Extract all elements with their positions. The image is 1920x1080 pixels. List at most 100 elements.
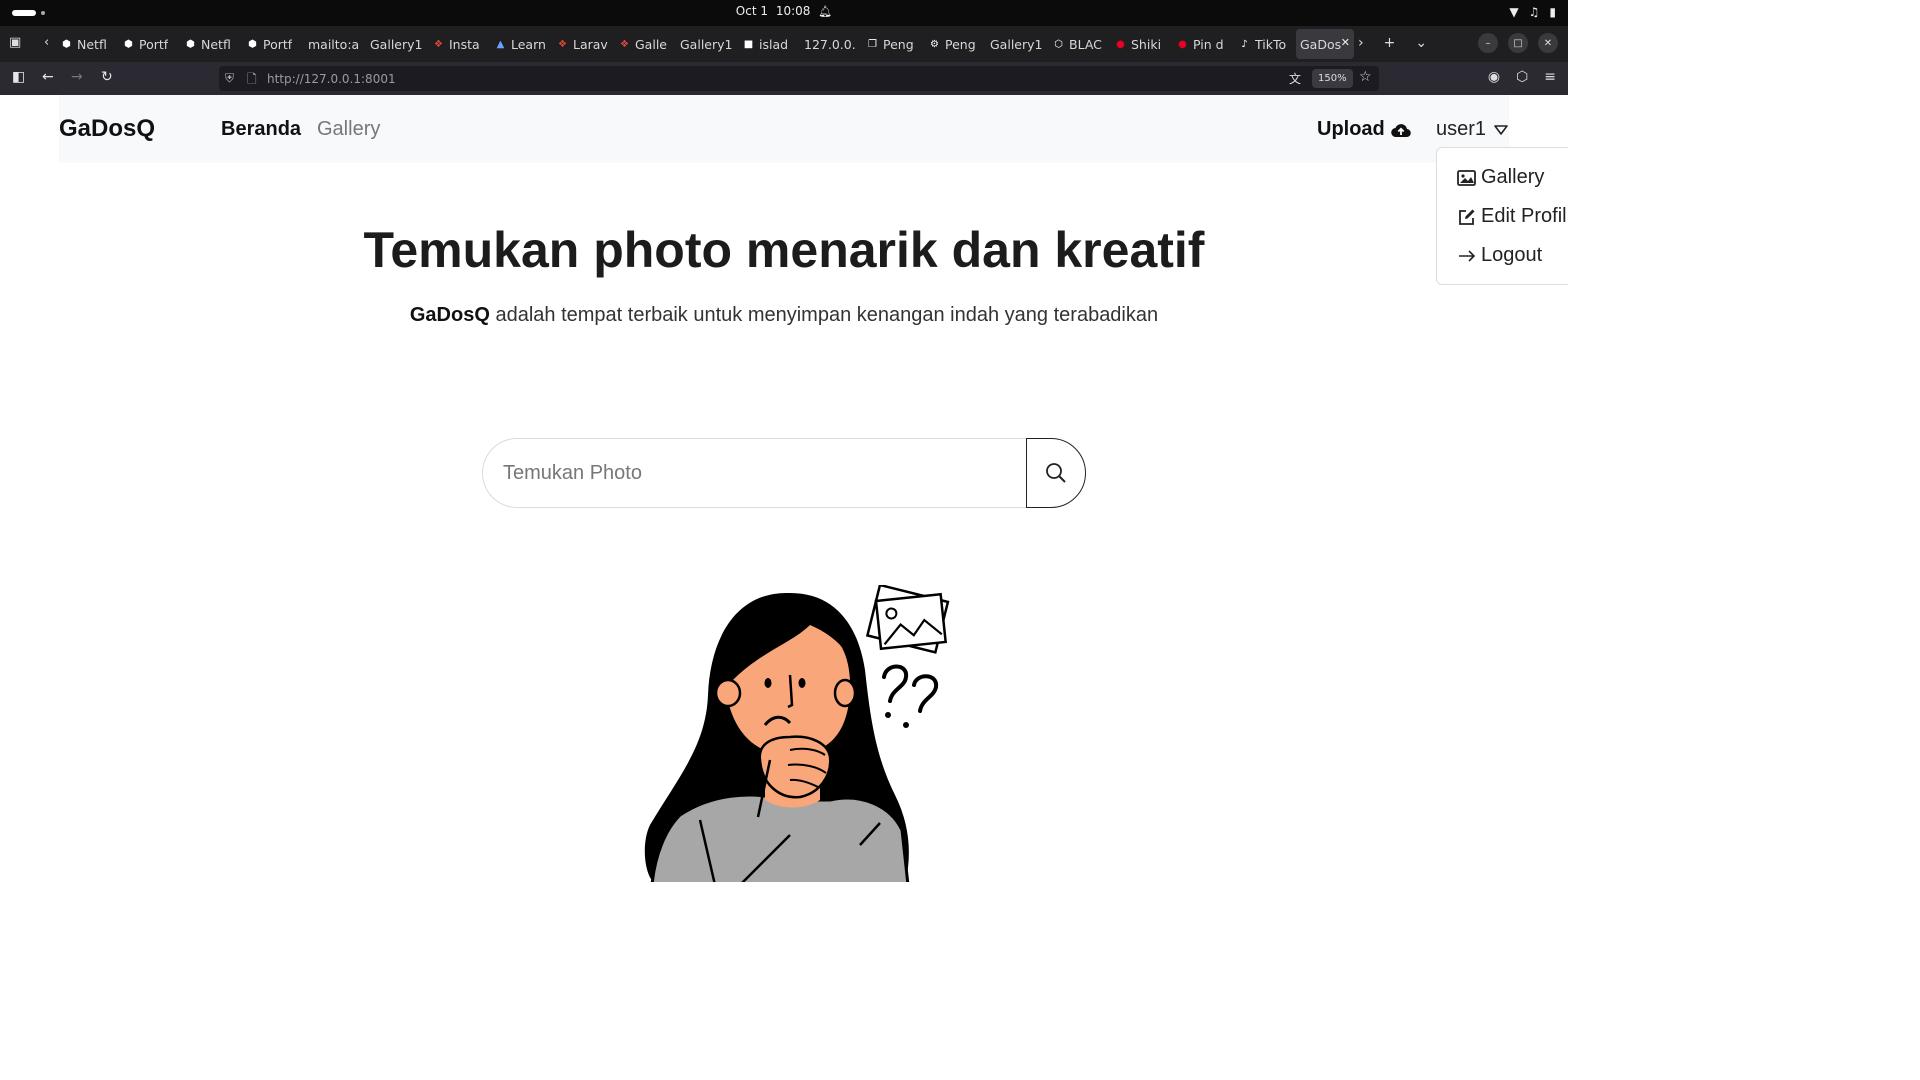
tab-list: ⬢ Netfl ⬢ Portf ⬢ Netfl ⬢ Portf mailto:a Gallery1… [56,29,1354,59]
os-time: 10:08 [775,4,811,18]
browser-tab[interactable]: ⬢ Portf [118,29,180,59]
browser-tab[interactable]: ♪ TikTo [1234,29,1296,59]
cloud-upload-icon [1391,123,1411,137]
extensions-icon[interactable]: ⬡ [1516,69,1528,85]
bell-icon: 🔔︎ [818,5,833,18]
tab-label: Larav [573,36,608,52]
shield-icon[interactable]: ⛨ [225,71,234,86]
hero-subtitle-brand: GaDosQ [409,304,490,326]
wifi-icon: ▼ [1509,5,1519,19]
images-icon [1457,169,1476,186]
back-icon[interactable]: ← [42,69,54,85]
portfolio-icon: ⬢ [124,38,133,50]
tab-label: GaDos [1300,36,1342,52]
question-marks-icon [882,664,939,713]
hero-subtitle-text: adalah tempat terbaik untuk menyimpan ke… [489,304,1159,326]
minimize-icon[interactable]: – [1478,33,1498,53]
upload-button[interactable]: Upload [1317,118,1411,141]
tab-active[interactable]: GaDos ✕ [1296,29,1354,59]
browser-tab[interactable]: Gallery1 [366,29,428,59]
browser-tab[interactable]: ❖ Larav [552,29,614,59]
browser-tab[interactable]: Gallery1 [986,29,1048,59]
browser-tab[interactable]: ⬢ Portf [242,29,304,59]
browser-tab[interactable]: ▲ Learn [490,29,552,59]
browser-tab[interactable]: ■ islad [738,29,800,59]
netflix-icon: ⬢ [62,38,71,50]
tab-label: TikTo [1255,36,1287,52]
tab-label: Insta [449,36,480,52]
shirt [650,793,910,882]
tab-label: 127.0.0. [804,36,856,52]
laravel-icon: ❖ [620,38,629,50]
tab-label: Shiki [1131,36,1162,52]
new-tab-icon[interactable]: + [1384,35,1396,51]
tiktok-icon: ♪ [1241,38,1248,50]
doc-icon: ❐ [868,38,877,50]
browser-tab[interactable]: 127.0.0. [800,29,862,59]
cube-icon: ■ [743,38,754,50]
laravel-icon: ❖ [558,38,567,50]
upload-label: Upload [1317,118,1385,140]
browser-tab[interactable]: ● Shiki [1110,29,1172,59]
forward-icon[interactable]: → [71,69,83,85]
browser-tab[interactable]: ⬢ Netfl [180,29,242,59]
chevron-right-icon[interactable]: › [1358,35,1364,51]
restore-icon[interactable]: □ [1508,33,1528,53]
browser-tab[interactable]: Gallery1 [676,29,738,59]
browser-tab-strip: ▣ ‹ ⬢ Netfl ⬢ Portf ⬢ Netfl ⬢ Portf mailto:a Gall… [0,26,1568,62]
tab-label: Portf [263,36,293,52]
chevron-left-icon[interactable]: ‹ [44,35,49,50]
page-icon: 🗋︎ [247,72,257,86]
caret-down-icon [1494,124,1508,135]
browser-tab[interactable]: ● Pin d [1172,29,1234,59]
browser-tab[interactable]: ⬡ BLAC [1048,29,1110,59]
browser-tab[interactable]: mailto:a [304,29,366,59]
close-tab-icon[interactable]: ✕ [1340,36,1350,49]
nav-gallery-link[interactable]: Gallery [317,118,380,141]
gear-icon: ⚙ [930,38,939,50]
tab-label: Netfl [77,36,107,52]
pinterest-icon: ● [1116,38,1125,50]
browser-tab[interactable]: ❖ Galle [614,29,676,59]
account-icon[interactable]: ◉ [1488,69,1500,85]
url-bar[interactable]: ⛨ 🗋︎ 文 150% ☆ [219,66,1379,91]
brand-logo[interactable]: GaDosQ [59,115,155,143]
close-window-icon[interactable]: ✕ [1538,33,1558,53]
tab-overview-icon[interactable]: ▣ [9,35,21,50]
reload-icon[interactable]: ↻ [101,69,113,85]
hero-title: Temukan photo menarik dan kreatif [363,222,1205,278]
system-tray[interactable]: ▼ ♫ ▮ [1509,5,1556,19]
browser-tab[interactable]: ❖ Insta [428,29,490,59]
thinking-woman-illustration [644,585,950,882]
user-menu-toggle[interactable]: user1 [1436,118,1508,141]
tab-label: Gallery1 [990,36,1043,52]
browser-tab[interactable]: ⬢ Netfl [56,29,118,59]
dropdown-item-gallery[interactable]: Gallery [1457,166,1544,189]
search-button[interactable] [1026,438,1086,508]
user-name: user1 [1436,118,1487,140]
tab-label: Gallery1 [370,36,423,52]
nav-home-link[interactable]: Beranda [221,118,301,141]
tab-label: islad [759,36,789,52]
search-input[interactable] [482,438,1027,508]
browser-tab[interactable]: ❐ Peng [862,29,924,59]
url-input[interactable] [267,69,867,88]
browser-tab[interactable]: ⚙ Peng [924,29,986,59]
search-form [482,438,1086,508]
zoom-level[interactable]: 150% [1312,69,1353,88]
tab-label: Portf [139,36,169,52]
sidebar-toggle-icon[interactable]: ◧ [12,69,25,85]
browser-toolbar: ◧ ← → ↻ ⛨ 🗋︎ 文 150% ☆ ◉ ⬡ ≡ [0,62,1568,95]
tab-list-dropdown-icon[interactable]: ⌄ [1415,35,1427,51]
menu-icon[interactable]: ≡ [1544,69,1556,85]
search-icon [1046,463,1066,483]
tab-label: Pin d [1193,36,1224,52]
netflix-icon: ⬢ [186,38,195,50]
os-clock[interactable]: Oct 1 10:08 🔔︎ [0,4,1568,18]
tab-label: Gallery1 [680,36,733,52]
battery-icon: ▮ [1549,5,1556,19]
translate-icon[interactable]: 文 [1289,70,1301,87]
hex-icon: ⬡ [1054,38,1063,50]
bookmark-star-icon[interactable]: ☆ [1359,69,1372,85]
site-navbar: GaDosQ Beranda Gallery Upload user1 [59,95,1509,163]
